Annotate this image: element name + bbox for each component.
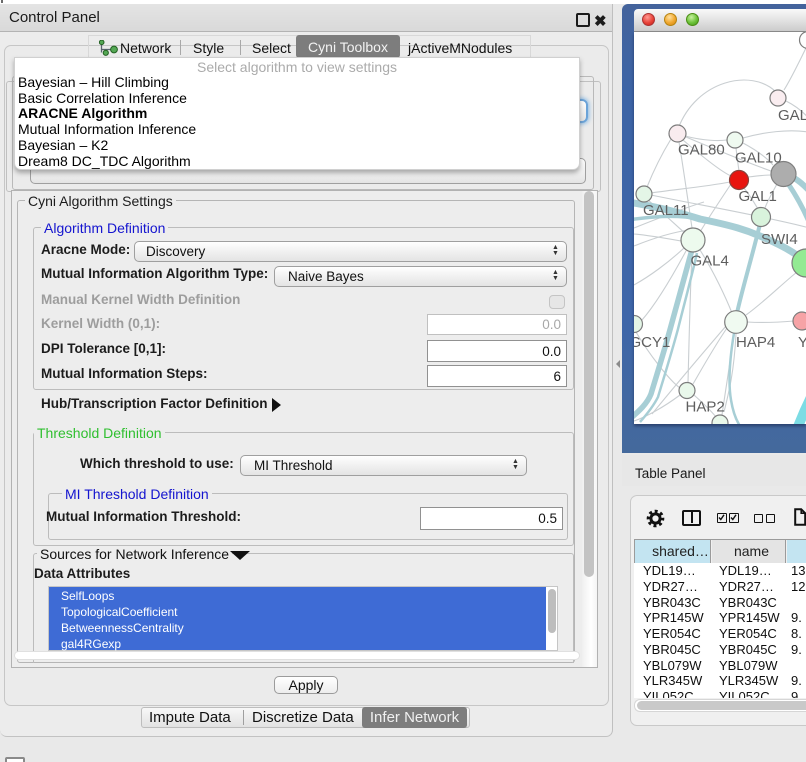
svg-text:GAL7: GAL7 [778,107,806,124]
svg-text:SWI4: SWI4 [761,231,798,248]
svg-text:HAP2: HAP2 [686,399,725,416]
svg-text:GAL1: GAL1 [739,188,777,205]
svg-text:GAL10: GAL10 [735,150,782,167]
svg-text:Y: Y [798,334,806,351]
svg-text:GCY1: GCY1 [634,334,670,351]
svg-text:GAL11: GAL11 [643,202,689,219]
svg-text:GAL80: GAL80 [678,142,725,159]
svg-text:GAL4: GAL4 [691,253,729,270]
svg-text:HAP4: HAP4 [736,334,775,351]
